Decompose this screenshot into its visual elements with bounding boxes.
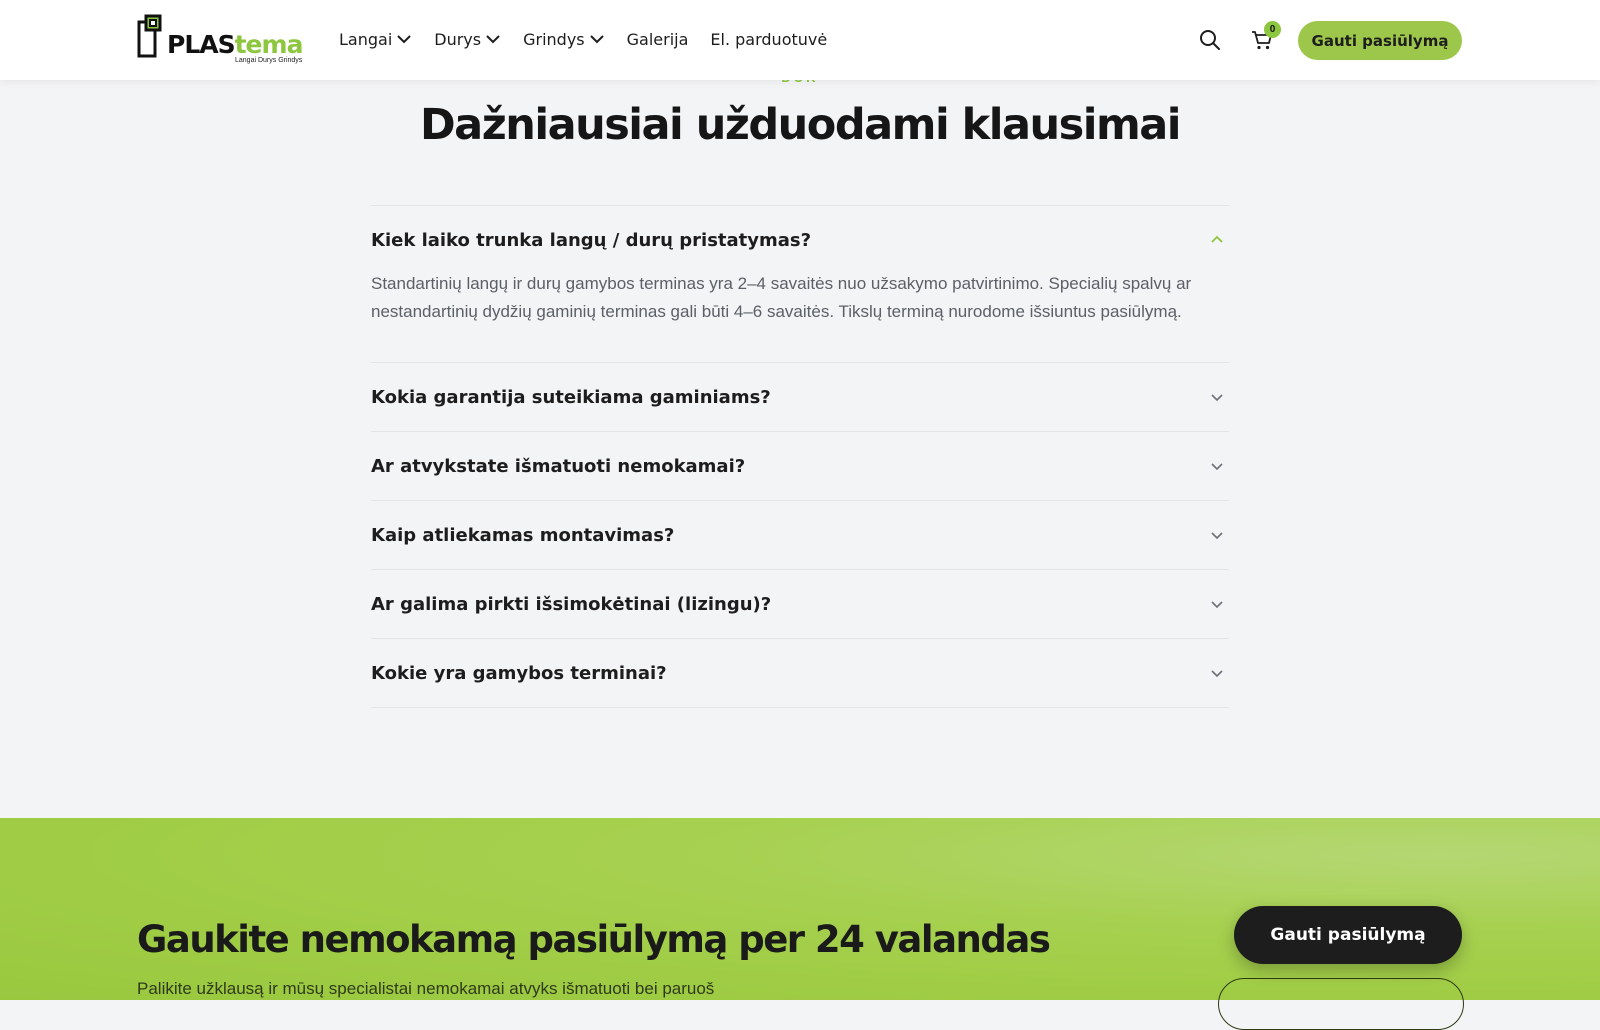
chevron-down-icon — [1211, 394, 1223, 402]
faq-question-toggle[interactable]: Kiek laiko trunka langų / durų pristatym… — [371, 206, 1229, 274]
get-quote-button[interactable]: Gauti pasiūlymą — [1298, 21, 1462, 60]
site-logo[interactable]: PLAStema Langai Durys Grindys — [137, 12, 309, 68]
cta-subtitle: Palikite užklausą ir mūsų specialistai n… — [137, 979, 715, 998]
chevron-down-icon — [1211, 601, 1223, 609]
faq-item: Kaip atliekamas montavimas? — [371, 500, 1229, 569]
nav-item-galerija[interactable]: Galerija — [627, 24, 689, 54]
search-icon[interactable] — [1198, 28, 1222, 52]
chevron-down-icon — [589, 35, 604, 44]
faq-question-toggle[interactable]: Kokie yra gamybos terminai? — [371, 639, 1229, 707]
cta-title: Gaukite nemokamą pasiūlymą per 24 valand… — [137, 918, 1051, 961]
faq-question: Kokie yra gamybos terminai? — [371, 662, 667, 684]
faq-question-toggle[interactable]: Kaip atliekamas montavimas? — [371, 501, 1229, 569]
faq-answer: Standartinių langų ir durų gamybos termi… — [371, 274, 1192, 321]
cart-count-badge: 0 — [1264, 21, 1281, 38]
chevron-down-icon — [1211, 532, 1223, 540]
chevron-up-icon — [1211, 235, 1223, 243]
faq-item: Kokia garantija suteikiama gaminiams? — [371, 362, 1229, 431]
faq-question: Kaip atliekamas montavimas? — [371, 524, 675, 546]
faq-question: Ar atvykstate išmatuoti nemokamai? — [371, 455, 746, 477]
cta-get-quote-button[interactable]: Gauti pasiūlymą — [1234, 906, 1462, 964]
faq-item: Ar galima pirkti išsimokėtinai (lizingu)… — [371, 569, 1229, 638]
faq-item: Kokie yra gamybos terminai? — [371, 638, 1229, 708]
faq-question: Kokia garantija suteikiama gaminiams? — [371, 386, 771, 408]
nav-label: Galerija — [626, 29, 689, 49]
site-header: PLAStema Langai Durys Grindys Langai Dur… — [0, 0, 1600, 80]
faq-question: Ar galima pirkti išsimokėtinai (lizingu)… — [371, 593, 772, 615]
faq-item: Ar atvykstate išmatuoti nemokamai? — [371, 431, 1229, 500]
chevron-down-icon — [1211, 463, 1223, 471]
logo-wordmark: PLAStema — [167, 30, 303, 59]
faq-question: Kiek laiko trunka langų / durų pristatym… — [371, 229, 812, 251]
cta-secondary-button[interactable] — [1218, 978, 1464, 1030]
nav-item-langai[interactable]: Langai — [339, 24, 412, 54]
logo-mark-icon — [137, 14, 162, 58]
logo-tagline: Langai Durys Grindys — [235, 57, 303, 64]
faq-title: Dažniausiai užduodami klausimai — [419, 100, 1182, 150]
faq-question-toggle[interactable]: Kokia garantija suteikiama gaminiams? — [371, 363, 1229, 431]
faq-question-toggle[interactable]: Ar atvykstate išmatuoti nemokamai? — [371, 432, 1229, 500]
nav-item-el-parduotuve[interactable]: El. parduotuvė — [710, 24, 827, 54]
nav-label: Grindys — [523, 29, 585, 49]
main-nav: Langai Durys Grindys Galerija El. parduo… — [339, 24, 849, 54]
chevron-down-icon — [486, 35, 500, 44]
faq-question-toggle[interactable]: Ar galima pirkti išsimokėtinai (lizingu)… — [371, 570, 1229, 638]
chevron-down-icon — [397, 35, 411, 44]
nav-label: Durys — [434, 29, 482, 49]
nav-label: Langai — [339, 29, 393, 49]
chevron-down-icon — [1211, 670, 1223, 678]
faq-item: Kiek laiko trunka langų / durų pristatym… — [371, 205, 1229, 362]
faq-accordion: Kiek laiko trunka langų / durų pristatym… — [371, 205, 1229, 708]
nav-item-grindys[interactable]: Grindys — [523, 24, 605, 54]
nav-label: El. parduotuvė — [710, 29, 828, 49]
nav-item-durys[interactable]: Durys — [434, 24, 501, 54]
